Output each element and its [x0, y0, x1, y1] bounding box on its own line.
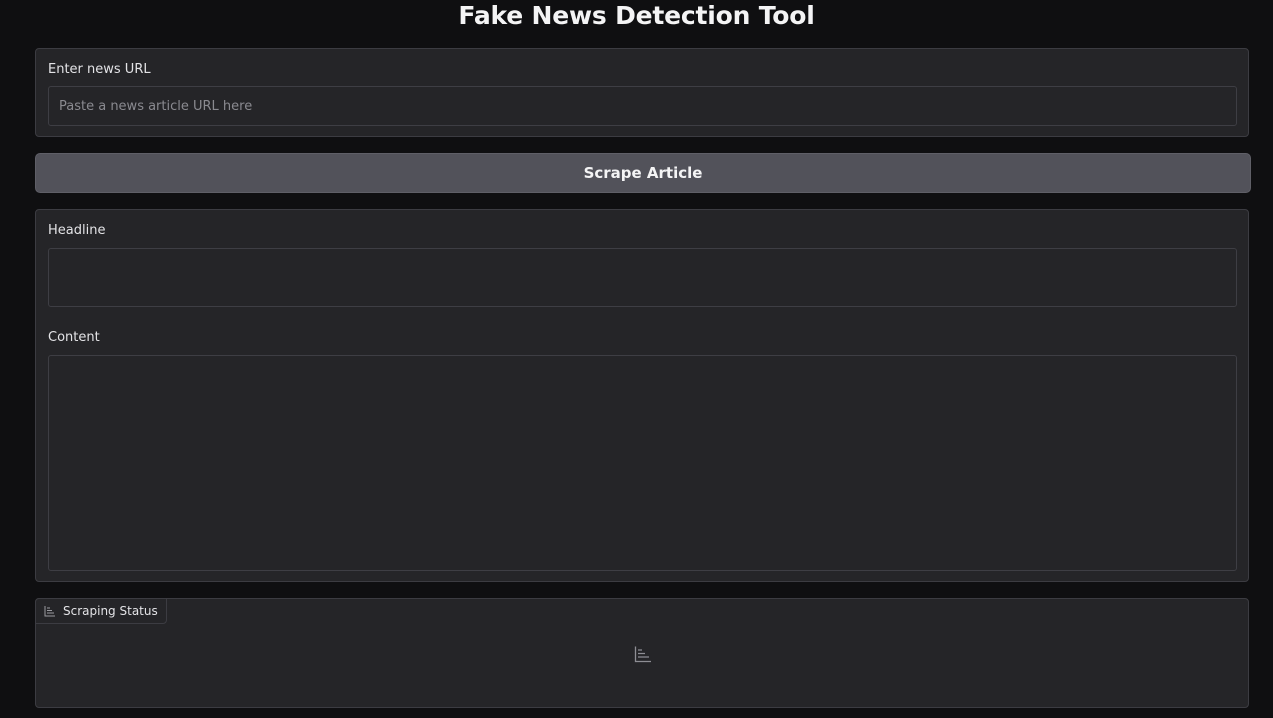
headline-label: Headline	[48, 223, 106, 238]
scrape-article-button[interactable]: Scrape Article	[35, 153, 1251, 193]
url-panel: Enter news URL	[35, 48, 1249, 137]
page-title: Fake News Detection Tool	[458, 1, 815, 30]
content-label: Content	[48, 330, 100, 345]
app-page: Fake News Detection Tool Enter news URL …	[0, 0, 1273, 718]
scraping-status-panel: Scraping Status	[35, 598, 1249, 708]
headline-textbox[interactable]	[48, 248, 1237, 307]
scraping-status-tab: Scraping Status	[35, 598, 167, 624]
bar-chart-icon	[634, 645, 652, 663]
bar-chart-icon	[44, 605, 56, 617]
content-textbox[interactable]	[48, 355, 1237, 571]
url-field-label: Enter news URL	[48, 62, 151, 77]
scraping-status-label: Scraping Status	[63, 604, 158, 618]
article-panel: Headline Content	[35, 209, 1249, 582]
url-input[interactable]	[48, 86, 1237, 126]
